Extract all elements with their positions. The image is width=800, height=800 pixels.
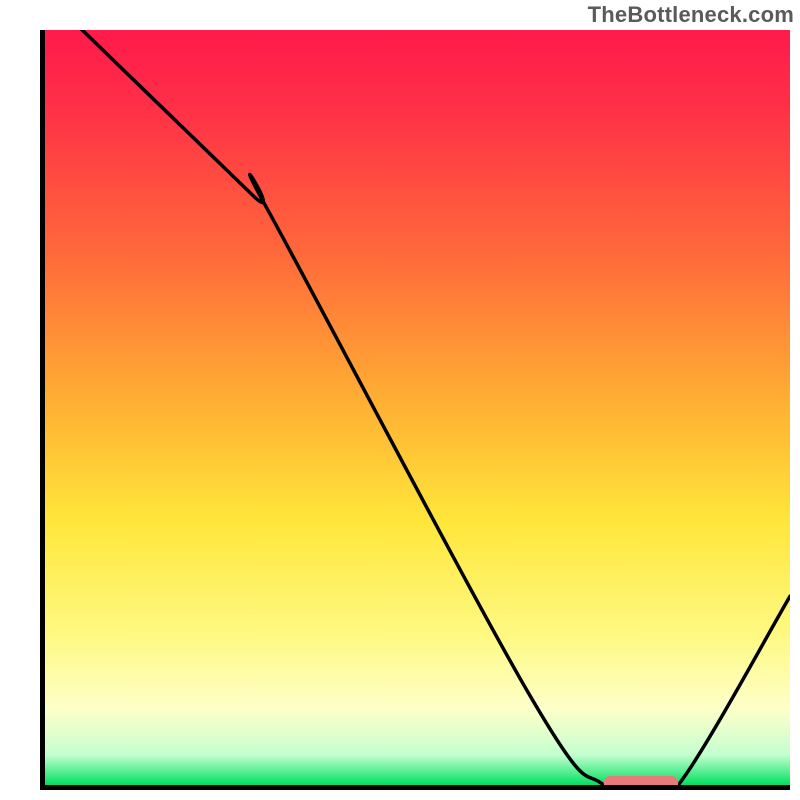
gradient-background — [45, 30, 790, 785]
plot-area — [45, 30, 790, 785]
watermark-text: TheBottleneck.com — [588, 2, 794, 28]
optimal-marker-bar — [604, 776, 679, 785]
chart-stage: TheBottleneck.com — [0, 0, 800, 800]
plot-axes — [40, 30, 790, 790]
chart-svg — [45, 30, 790, 785]
